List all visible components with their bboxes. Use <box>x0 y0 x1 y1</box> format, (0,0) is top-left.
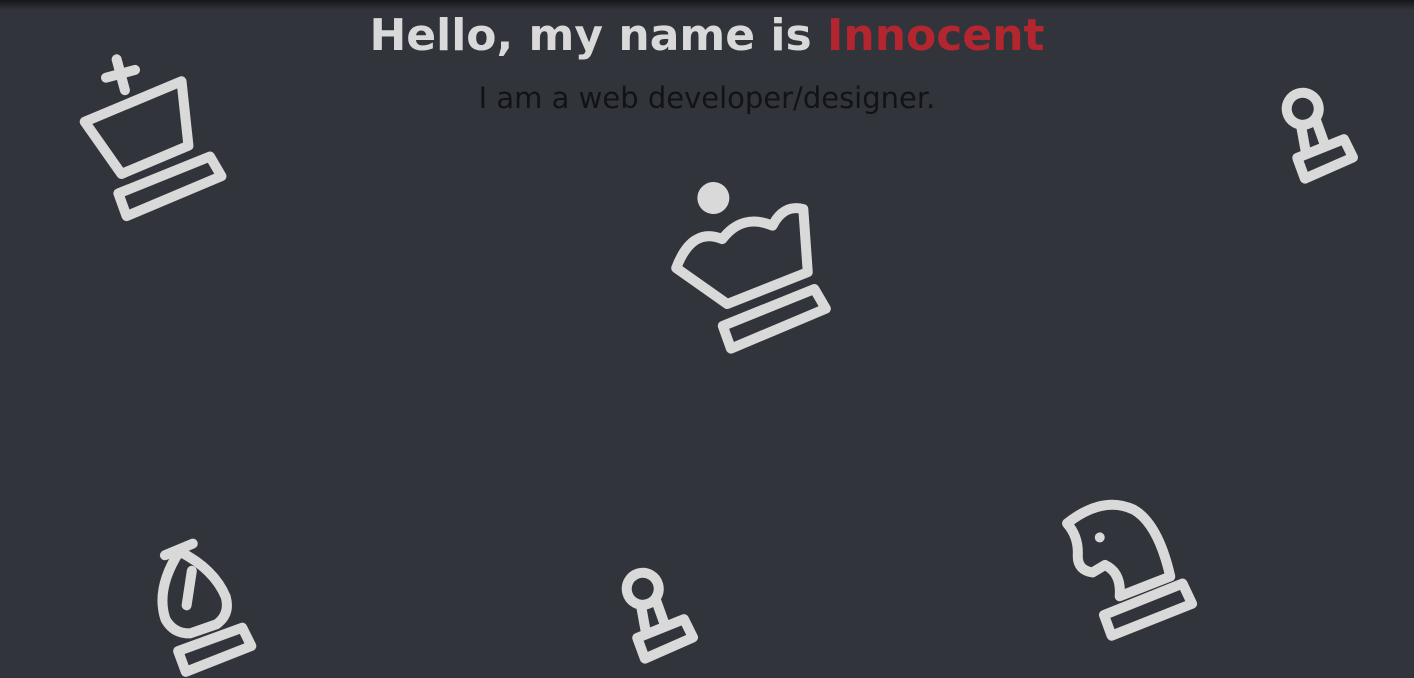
queen-icon <box>671 182 831 354</box>
king-icon <box>79 54 227 222</box>
hero-name: Innocent <box>827 10 1045 61</box>
bishop-icon <box>157 538 257 677</box>
pawn-icon <box>1281 87 1359 184</box>
pawn-icon-small <box>621 567 699 664</box>
knight-icon <box>1062 499 1198 641</box>
hero-greeting: Hello, my name is <box>369 10 828 61</box>
